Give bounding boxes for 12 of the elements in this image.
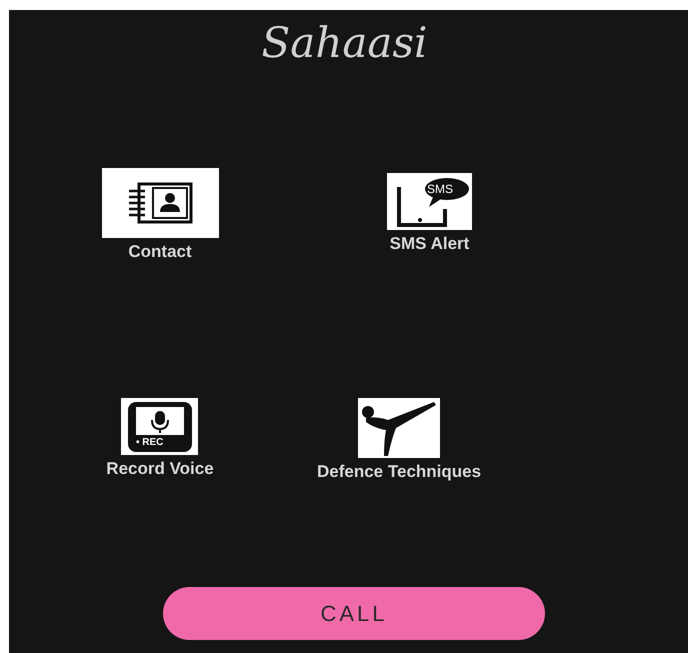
tile-label[interactable]: Defence Techniques <box>317 459 482 484</box>
tile-label[interactable]: Record Voice <box>106 456 214 482</box>
call-button[interactable]: CALL <box>163 587 545 640</box>
microphone-icon <box>136 406 184 434</box>
rec-label: • REC <box>136 436 164 448</box>
tile-label[interactable]: SMS Alert <box>390 231 470 256</box>
sms-label: SMS <box>427 181 454 197</box>
app-title: Sahaasi <box>262 18 428 68</box>
kick-silhouette-icon <box>358 398 440 458</box>
speech-bubble-icon <box>425 178 469 207</box>
contact-card-icon <box>102 168 218 238</box>
tile-label[interactable]: Contact <box>128 239 192 264</box>
